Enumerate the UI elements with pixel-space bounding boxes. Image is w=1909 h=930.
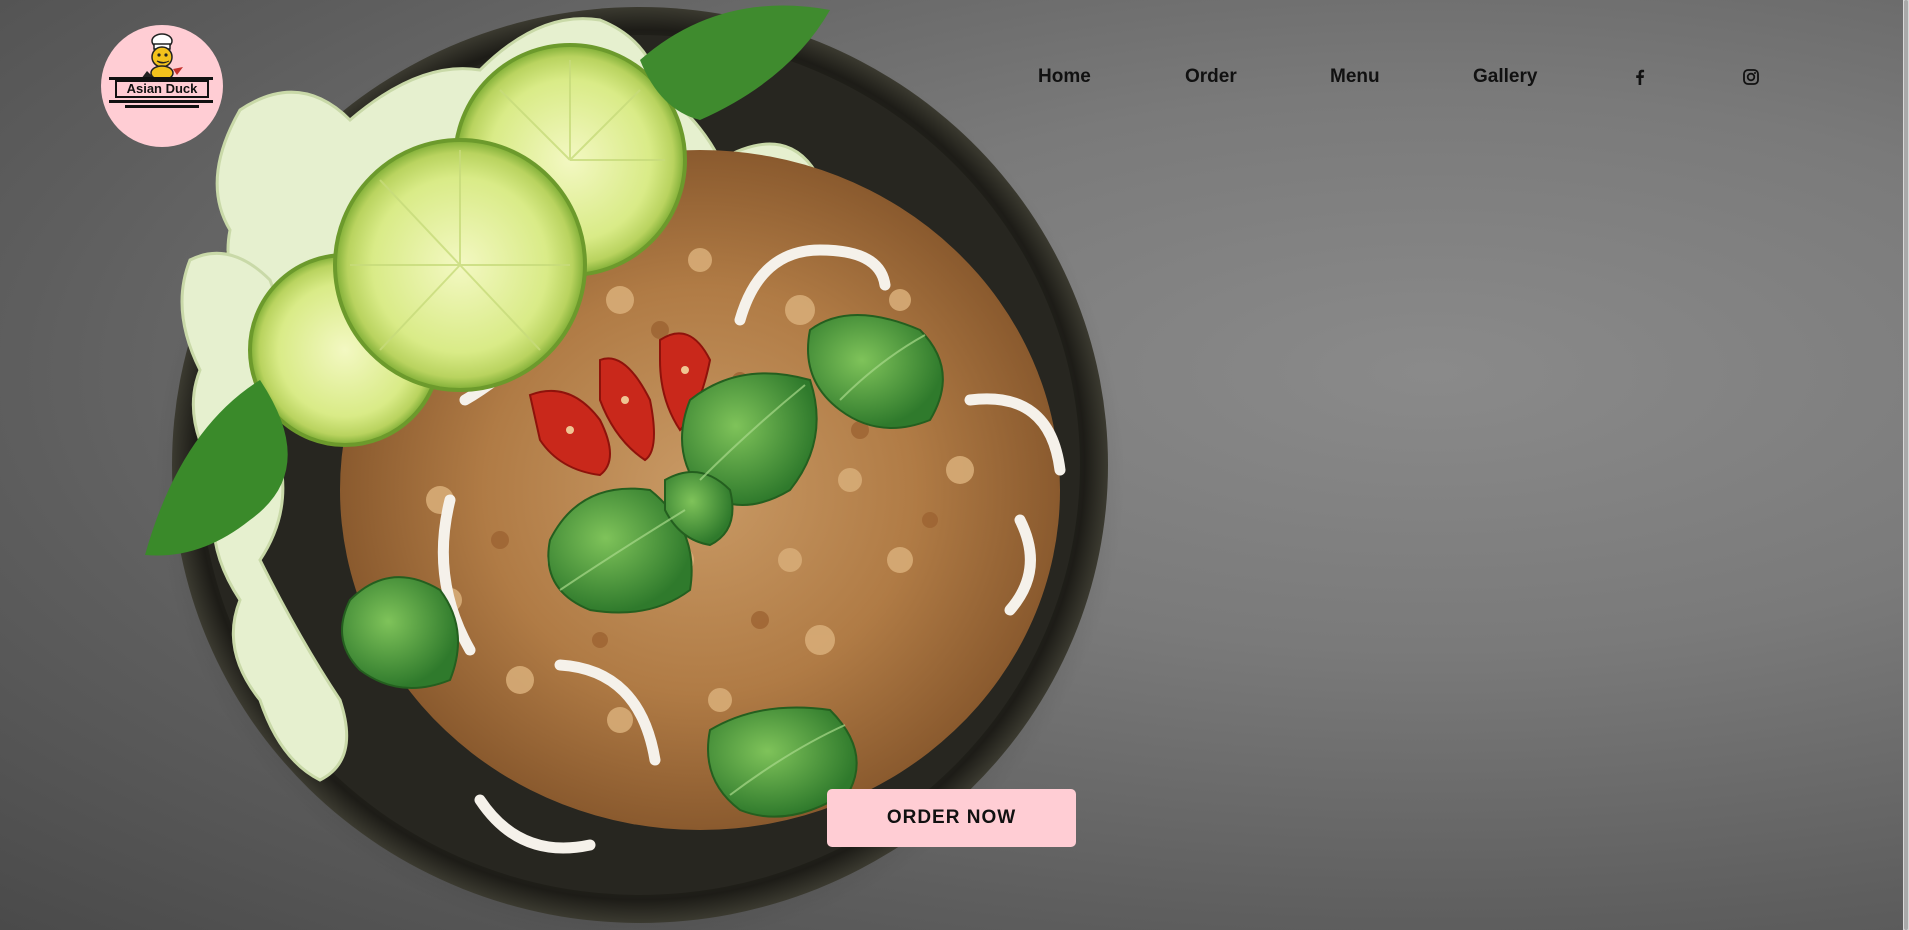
instagram-icon[interactable] <box>1742 68 1760 86</box>
brand-logo[interactable]: Asian Duck <box>101 25 223 147</box>
logo-text: Asian Duck <box>115 80 209 98</box>
order-now-button[interactable]: ORDER NOW <box>827 789 1076 847</box>
nav-menu[interactable]: Menu <box>1330 64 1380 90</box>
scrollbar-thumb[interactable] <box>1904 0 1908 930</box>
nav-order[interactable]: Order <box>1185 64 1237 90</box>
nav-home[interactable]: Home <box>1038 64 1091 90</box>
facebook-icon[interactable] <box>1631 68 1649 86</box>
duck-chef-icon <box>141 33 183 81</box>
page: Asian Duck Home Order Menu Gallery ORDER… <box>0 0 1909 930</box>
page-scrollbar[interactable] <box>1903 0 1909 930</box>
logo-base-line <box>125 105 199 108</box>
nav-gallery[interactable]: Gallery <box>1473 64 1537 90</box>
